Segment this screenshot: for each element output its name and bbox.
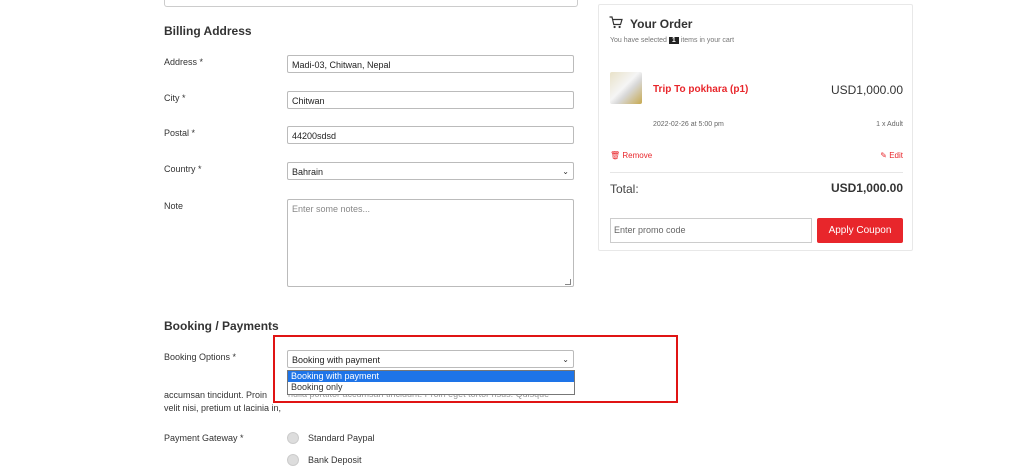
previous-section-box <box>164 0 578 7</box>
total-value: USD1,000.00 <box>830 181 903 195</box>
note-textarea[interactable]: Enter some notes... <box>287 199 574 287</box>
apply-coupon-button[interactable]: Apply Coupon <box>817 218 903 243</box>
country-select[interactable]: Bahrain ⌄ <box>287 162 574 180</box>
radio-bank-deposit[interactable] <box>287 454 299 466</box>
cart-summary-prefix: You have selected <box>610 37 667 44</box>
trip-quantity: 1 x Adult <box>876 121 903 128</box>
gateway-option-standard-paypal: Standard Paypal <box>308 433 375 443</box>
order-divider <box>610 172 903 173</box>
note-label: Note <box>164 201 184 211</box>
address-label: Address * <box>164 57 204 67</box>
note-placeholder: Enter some notes... <box>292 204 371 214</box>
total-label: Total: <box>610 182 639 196</box>
city-label: City * <box>164 93 186 103</box>
payment-gateway-label: Payment Gateway * <box>164 433 244 443</box>
highlight-annotation-box <box>273 335 678 403</box>
country-label: Country * <box>164 164 202 174</box>
postal-label: Postal * <box>164 128 196 138</box>
billing-title: Billing Address <box>164 24 252 38</box>
country-value: Bahrain <box>292 167 324 177</box>
radio-standard-paypal[interactable] <box>287 432 299 444</box>
edit-label: Edit <box>889 151 903 160</box>
item-price: USD1,000.00 <box>830 83 903 97</box>
booking-description-line1: accumsan tincidunt. Proin <box>164 390 267 400</box>
cart-count-badge: 1 <box>668 37 679 44</box>
cart-summary: You have selected 1 items in your cart <box>610 37 734 44</box>
resize-handle-icon[interactable] <box>565 279 571 285</box>
chevron-down-icon: ⌄ <box>562 167 569 176</box>
postal-input[interactable]: 44200sdsd <box>287 126 574 144</box>
booking-description-line2: velit nisi, pretium ut lacinia in, <box>164 403 282 413</box>
pencil-icon: ✎ <box>880 151 887 160</box>
booking-description-left: accumsan tincidunt. Proin <box>164 390 268 400</box>
gateway-option-bank-deposit: Bank Deposit <box>308 455 362 465</box>
promo-code-input[interactable]: Enter promo code <box>610 218 812 243</box>
trip-thumbnail-image[interactable] <box>610 72 642 104</box>
trip-date: 2022-02-26 at 5:00 pm <box>653 121 724 128</box>
order-title: Your Order <box>630 17 693 31</box>
cart-summary-suffix: items in your cart <box>680 37 735 44</box>
address-input[interactable]: Madi-03, Chitwan, Nepal <box>287 55 574 73</box>
booking-options-label: Booking Options * <box>164 352 237 362</box>
trash-icon: 🗑 <box>610 151 621 160</box>
trip-name-link[interactable]: Trip To pokhara (p1) <box>653 84 748 95</box>
edit-link[interactable]: ✎ Edit <box>880 151 903 160</box>
remove-label: Remove <box>622 151 653 160</box>
city-input[interactable]: Chitwan <box>287 91 574 109</box>
booking-title: Booking / Payments <box>164 319 279 333</box>
cart-icon <box>609 16 623 29</box>
remove-link[interactable]: 🗑 Remove <box>610 151 652 160</box>
